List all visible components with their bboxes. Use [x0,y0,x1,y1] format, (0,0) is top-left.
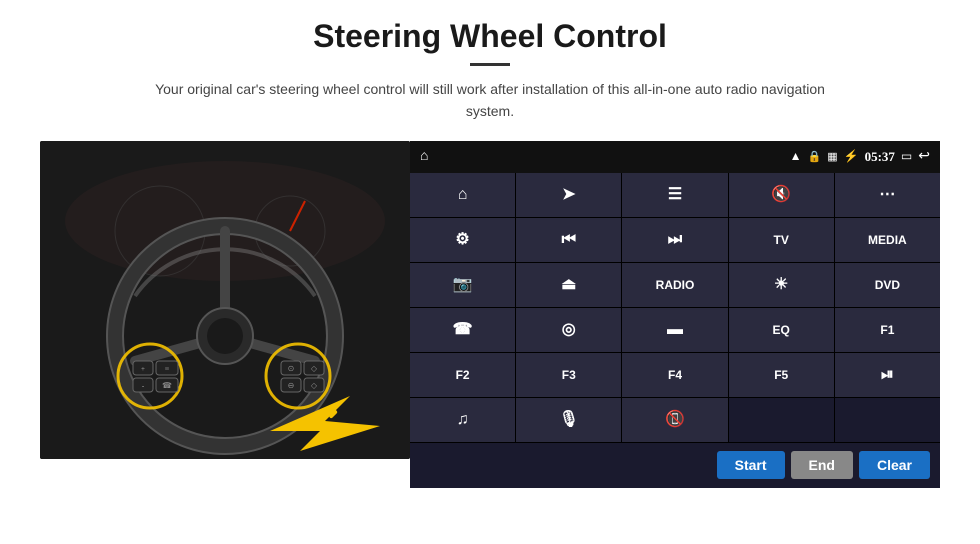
ctrl-btn-f5[interactable]: F5 [729,353,834,397]
ctrl-btn-vol-mute[interactable]: 🔇 [729,173,834,217]
page-subtitle: Your original car's steering wheel contr… [150,78,830,123]
content-row: + - ≡ ☎ ⊙ ◇ ⊖ ◇ ➜ [40,141,940,488]
next-icon: ⏭ [668,232,682,248]
status-left: ⌂ [420,149,428,165]
ctrl-btn-camera[interactable]: 📷 [410,263,515,307]
btn-label-f5: F5 [774,368,788,382]
ctrl-btn-f1[interactable]: F1 [835,308,940,352]
back-icon: ↩ [918,148,930,165]
ctrl-btn-eject[interactable]: ⏏ [516,263,621,307]
ctrl-btn-play-pause[interactable]: ⏯ [835,353,940,397]
settings-icon: ⚙ [455,232,469,248]
ctrl-btn-browser[interactable]: ◎ [516,308,621,352]
call-end-icon: 📵 [665,412,685,428]
screen-icon: ▬ [667,322,683,338]
page-title: Steering Wheel Control [313,18,667,55]
screen-icon: ▭ [901,149,912,164]
bottom-bar: Start End Clear [410,442,940,488]
ctrl-btn-nav[interactable]: ➤ [516,173,621,217]
ctrl-btn-brightness[interactable]: ☀ [729,263,834,307]
svg-text:◇: ◇ [311,364,318,373]
ctrl-btn-dvd[interactable]: DVD [835,263,940,307]
ctrl-btn-media[interactable]: MEDIA [835,218,940,262]
ctrl-btn-call-end[interactable]: 📵 [622,398,727,442]
ctrl-btn-screen[interactable]: ▬ [622,308,727,352]
brightness-icon: ☀ [774,277,788,293]
steering-wheel-image: + - ≡ ☎ ⊙ ◇ ⊖ ◇ ➜ [40,141,410,459]
btn-label-f1: F1 [880,323,894,337]
btn-label-f4: F4 [668,368,682,382]
ctrl-btn-f4[interactable]: F4 [622,353,727,397]
start-button[interactable]: Start [717,451,785,479]
svg-text:⊖: ⊖ [288,381,295,390]
ctrl-btn-f3[interactable]: F3 [516,353,621,397]
svg-text:≡: ≡ [165,364,170,373]
apps-icon: ⋯ [879,187,895,203]
btn-label-radio: RADIO [656,278,695,292]
ctrl-btn-apps[interactable]: ⋯ [835,173,940,217]
ctrl-btn-home[interactable]: ⌂ [410,173,515,217]
ctrl-btn-phone[interactable]: ☎ [410,308,515,352]
svg-text:☎: ☎ [162,381,172,390]
ctrl-btn-eq[interactable]: EQ [729,308,834,352]
ctrl-btn-empty1 [729,398,834,442]
btn-label-tv: TV [774,233,789,247]
svg-text:⊙: ⊙ [288,364,295,373]
ctrl-btn-mic[interactable]: 🎙 [516,398,621,442]
play-pause-icon: ⏯ [881,367,894,383]
ctrl-btn-menu[interactable]: ☰ [622,173,727,217]
btn-label-eq: EQ [773,323,790,337]
prev-icon: ⏮ [562,232,576,248]
phone-icon: ☎ [453,322,473,338]
bluetooth-icon: ⚡ [844,149,859,164]
wifi-icon: ▲ [790,149,802,164]
ctrl-btn-radio[interactable]: RADIO [622,263,727,307]
clear-button[interactable]: Clear [859,451,930,479]
ctrl-btn-music[interactable]: ♫ [410,398,515,442]
svg-text:➜: ➜ [320,399,338,424]
ctrl-btn-settings[interactable]: ⚙ [410,218,515,262]
lock-icon: 🔒 [808,150,822,163]
camera-icon: 📷 [453,277,473,293]
btn-label-dvd: DVD [875,278,900,292]
status-time: 05:37 [865,149,895,165]
svg-text:◇: ◇ [311,381,318,390]
mic-icon: 🎙 [559,412,579,428]
ctrl-btn-prev[interactable]: ⏮ [516,218,621,262]
status-right: ▲ 🔒 ▦ ⚡ 05:37 ▭ ↩ [790,148,930,165]
ctrl-btn-tv[interactable]: TV [729,218,834,262]
control-panel: ⌂ ▲ 🔒 ▦ ⚡ 05:37 ▭ ↩ ⌂ ➤ ☰ 🔇 ⋯ ⚙ ⏮ ⏭ TV MEDIA 📷 ⏏ RAD… [410,141,940,488]
page-wrapper: Steering Wheel Control Your original car… [0,0,980,544]
svg-text:+: + [141,365,145,373]
eject-icon: ⏏ [561,277,576,293]
status-bar: ⌂ ▲ 🔒 ▦ ⚡ 05:37 ▭ ↩ [410,141,940,173]
ctrl-btn-empty2 [835,398,940,442]
title-divider [470,63,510,66]
btn-label-f3: F3 [562,368,576,382]
nav-icon: ➤ [562,187,575,203]
btn-label-media: MEDIA [868,233,907,247]
ctrl-btn-next[interactable]: ⏭ [622,218,727,262]
btn-label-f2: F2 [456,368,470,382]
menu-icon: ☰ [668,187,682,203]
vol-mute-icon: 🔇 [771,187,791,203]
music-icon: ♫ [457,412,469,428]
home-icon: ⌂ [458,187,468,203]
ctrl-btn-f2[interactable]: F2 [410,353,515,397]
end-button[interactable]: End [791,451,853,479]
button-grid: ⌂ ➤ ☰ 🔇 ⋯ ⚙ ⏮ ⏭ TV MEDIA 📷 ⏏ RADIO ☀ DVD ☎ ◎ ▬ EQ F1 F2 F3 F4 F… [410,173,940,442]
sd-icon: ▦ [827,150,837,163]
browser-icon: ◎ [562,322,576,338]
status-home-icon: ⌂ [420,149,428,165]
